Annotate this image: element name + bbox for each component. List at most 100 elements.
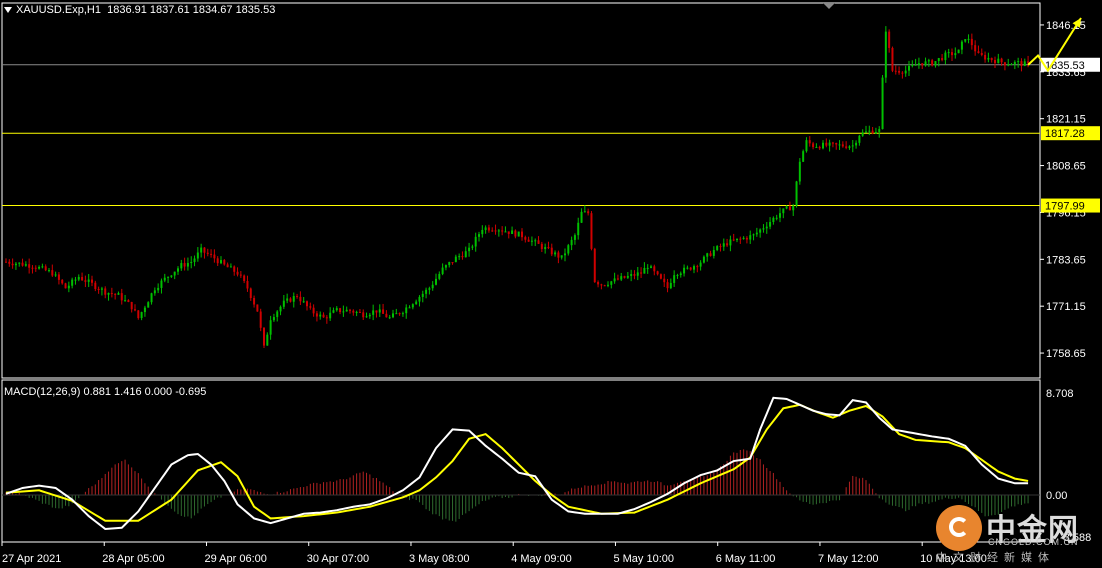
candle-body <box>540 243 543 249</box>
candle-body <box>11 263 14 266</box>
candle-body <box>127 300 130 302</box>
candle-body <box>269 320 272 335</box>
candle-body <box>855 142 858 146</box>
candle-body <box>38 266 41 269</box>
price-tick-label: 1771.15 <box>1046 301 1086 313</box>
candle-body <box>210 253 213 255</box>
candle-body <box>213 254 216 259</box>
candle-body <box>100 288 103 290</box>
time-tick-label: 28 Apr 05:00 <box>102 553 164 565</box>
candle-body <box>48 270 50 272</box>
candle-body <box>266 334 269 346</box>
candle-body <box>696 266 699 268</box>
candle-body <box>190 261 193 264</box>
candle-body <box>974 45 977 52</box>
candle-body <box>137 310 140 319</box>
candle-body <box>845 146 848 148</box>
candle-body <box>444 265 447 268</box>
macd-tick-label: 0.00 <box>1046 490 1067 502</box>
candle-body <box>679 273 682 276</box>
candle-body <box>742 237 745 239</box>
candle-body <box>21 262 24 266</box>
candle-body <box>253 297 256 305</box>
candle-body <box>358 311 361 313</box>
candle-body <box>544 247 547 249</box>
candle-body <box>299 296 302 302</box>
candle-body <box>302 301 305 303</box>
candle-body <box>61 279 64 284</box>
candle-body <box>788 206 791 211</box>
candle-body <box>759 229 762 233</box>
candle-body <box>775 217 778 219</box>
candle-body <box>729 239 732 246</box>
candle-body <box>24 264 27 266</box>
candle-body <box>607 284 609 286</box>
candle-body <box>527 239 530 242</box>
candle-body <box>315 313 318 317</box>
candle-body <box>180 263 183 269</box>
candle-body <box>656 271 659 275</box>
candle-body <box>560 255 563 258</box>
candle-body <box>246 281 249 289</box>
candle-body <box>871 130 874 134</box>
candle-body <box>487 227 490 231</box>
candle-body <box>170 275 173 277</box>
candle-body <box>494 230 497 232</box>
candle-body <box>355 311 358 313</box>
candle-body <box>640 272 643 274</box>
candle-body <box>120 293 123 301</box>
candle-body <box>5 261 7 263</box>
candle-body <box>908 66 910 71</box>
candle-body <box>322 314 325 318</box>
candle-body <box>474 236 477 247</box>
candle-body <box>220 260 222 264</box>
candle-body <box>782 208 785 214</box>
candle-body <box>669 282 672 289</box>
candle-body <box>967 38 970 40</box>
candle-body <box>368 314 371 317</box>
candle-body <box>306 301 308 307</box>
candle-body <box>719 246 722 248</box>
candle-body <box>229 266 232 268</box>
candle-body <box>547 247 550 249</box>
candle-body <box>977 51 980 53</box>
candle-body <box>567 245 570 254</box>
candle-body <box>256 304 259 312</box>
candle-body <box>630 274 633 276</box>
candle-body <box>666 282 669 289</box>
candle-body <box>881 77 884 130</box>
macd-header: MACD(12,26,9) 0.881 1.416 0.000 -0.695 <box>4 386 207 398</box>
candle-body <box>491 230 494 232</box>
candle-body <box>276 311 279 318</box>
candle-body <box>659 274 662 279</box>
candle-body <box>41 266 44 268</box>
triangle-down-icon[interactable] <box>4 7 12 14</box>
candle-body <box>917 63 920 65</box>
candle-body <box>392 313 394 318</box>
candle-body <box>167 276 170 278</box>
candle-body <box>924 61 927 66</box>
candle-body <box>517 231 520 237</box>
candle-body <box>398 313 401 315</box>
candle-body <box>107 293 110 295</box>
watermark-domain: CNGOLD.COM.CN <box>988 537 1079 547</box>
candle-body <box>263 327 265 346</box>
candle-body <box>150 293 153 303</box>
candle-body <box>752 234 755 236</box>
candle-body <box>762 228 765 230</box>
candle-body <box>349 309 351 311</box>
candle-body <box>117 293 120 295</box>
macd-signal-line <box>5 403 1029 522</box>
candle-body <box>104 288 107 295</box>
candle-body <box>739 238 742 240</box>
candle-body <box>425 289 428 294</box>
candle-body <box>749 235 752 240</box>
candle-body <box>822 142 824 149</box>
chart-canvas[interactable]: 1846.151833.651821.151808.651796.151783.… <box>0 0 1102 568</box>
candle-body <box>177 268 179 272</box>
candles <box>5 26 1030 349</box>
candle-body <box>272 317 275 321</box>
candle-body <box>874 131 877 134</box>
candle-body <box>183 263 186 267</box>
candle-body <box>1000 58 1003 63</box>
